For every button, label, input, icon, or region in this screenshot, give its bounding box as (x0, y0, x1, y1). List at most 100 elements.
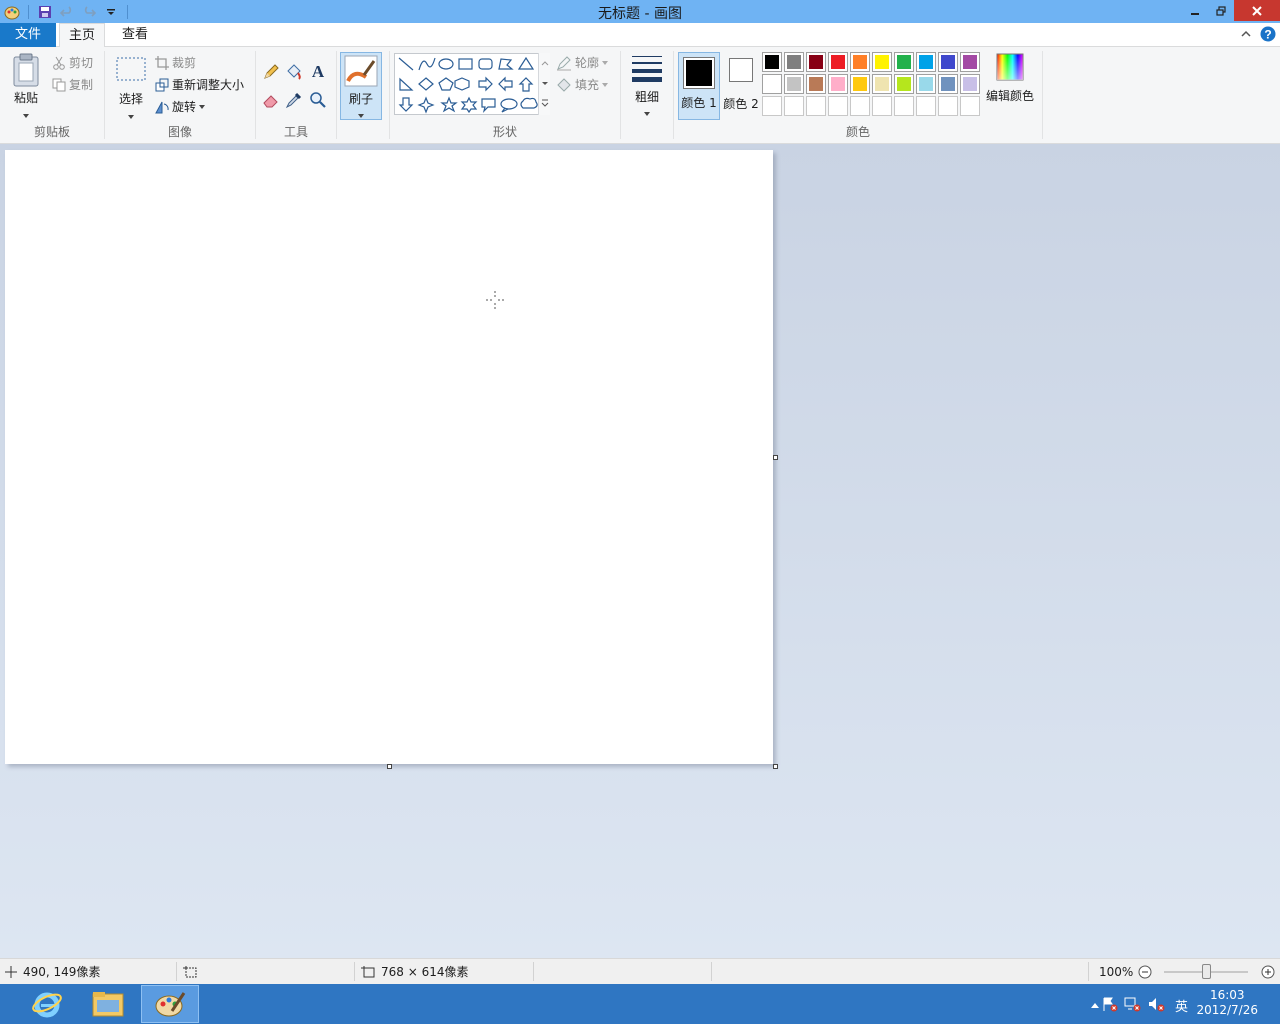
palette-color-swatch[interactable] (872, 52, 892, 72)
palette-color-swatch[interactable] (960, 52, 980, 72)
custom-color-swatch[interactable] (850, 96, 870, 116)
palette-color-swatch[interactable] (960, 74, 980, 94)
fill-icon (557, 77, 571, 92)
custom-color-swatch[interactable] (938, 96, 958, 116)
restore-button[interactable] (1208, 0, 1234, 21)
zoom-in-button[interactable] (1261, 959, 1275, 984)
select-button[interactable]: 选择 (111, 55, 151, 122)
color2-button[interactable]: 颜色 2 (722, 52, 760, 112)
palette-color-swatch[interactable] (894, 52, 914, 72)
color-picker-icon[interactable] (285, 91, 303, 112)
shapes-gallery (394, 53, 550, 115)
text-tool-icon[interactable]: A (309, 61, 327, 84)
shapes-gallery-scroll[interactable] (538, 53, 550, 115)
quick-access-toolbar (0, 0, 132, 23)
fill-button[interactable]: 填充 (556, 76, 609, 93)
network-icon[interactable] (1124, 996, 1142, 1015)
custom-color-swatch[interactable] (916, 96, 936, 116)
crosshair-icon (5, 965, 17, 978)
action-center-icon[interactable] (1102, 996, 1118, 1015)
status-divider (176, 962, 177, 981)
palette-color-swatch[interactable] (784, 52, 804, 72)
internet-explorer-button[interactable] (18, 985, 76, 1023)
resize-label: 重新调整大小 (172, 78, 245, 92)
drawing-canvas[interactable] (5, 150, 773, 764)
show-hidden-icons[interactable] (1090, 998, 1100, 1012)
palette-color-swatch[interactable] (872, 74, 892, 94)
swatch-fill (809, 77, 823, 91)
zoom-in-icon (1261, 965, 1275, 978)
tab-home[interactable]: 主页 (59, 23, 105, 48)
fill-bucket-icon[interactable] (285, 63, 303, 84)
size-label: 粗细 (634, 90, 659, 104)
edit-colors-button[interactable]: 编辑颜色 (982, 52, 1038, 104)
palette-color-swatch[interactable] (916, 52, 936, 72)
line-width-icon (632, 56, 662, 82)
color1-button[interactable]: 颜色 1 (678, 52, 720, 120)
custom-color-swatch[interactable] (894, 96, 914, 116)
redo-icon[interactable] (79, 2, 99, 22)
palette-color-swatch[interactable] (762, 74, 782, 94)
zoom-out-button[interactable] (1138, 959, 1152, 984)
rounded-rectangle-shape-icon (478, 58, 493, 70)
palette-color-swatch[interactable] (850, 74, 870, 94)
customize-qat-icon[interactable] (101, 2, 121, 22)
help-icon[interactable]: ? (1260, 26, 1276, 45)
paste-icon (13, 53, 39, 87)
custom-color-swatch[interactable] (762, 96, 782, 116)
magnifier-icon[interactable] (309, 91, 327, 112)
copy-button[interactable]: 复制 (52, 76, 93, 93)
minimize-button[interactable] (1182, 0, 1208, 21)
outline-button[interactable]: 轮廓 (556, 54, 609, 71)
palette-color-swatch[interactable] (762, 52, 782, 72)
size-button[interactable]: 粗细 (625, 53, 669, 119)
eraser-icon[interactable] (262, 91, 280, 112)
up-arrow-shape-icon (518, 77, 534, 92)
clock[interactable]: 16:03 2012/7/26 (1196, 988, 1258, 1018)
tab-view[interactable]: 查看 (112, 23, 158, 47)
palette-color-swatch[interactable] (916, 74, 936, 94)
custom-color-swatch[interactable] (960, 96, 980, 116)
undo-icon[interactable] (57, 2, 77, 22)
palette-color-swatch[interactable] (806, 74, 826, 94)
custom-color-swatch[interactable] (828, 96, 848, 116)
resize-handle-bottom[interactable] (387, 764, 392, 769)
paint-taskbar-button[interactable] (141, 985, 199, 1023)
swatch-fill (853, 55, 867, 69)
tab-file[interactable]: 文件 (0, 23, 56, 47)
resize-handle-corner[interactable] (773, 764, 778, 769)
swatch-fill (831, 55, 845, 69)
line-shape-icon (398, 57, 414, 71)
palette-color-swatch[interactable] (938, 74, 958, 94)
paint-app-icon[interactable] (2, 2, 22, 22)
palette-color-swatch[interactable] (828, 74, 848, 94)
palette-color-swatch[interactable] (938, 52, 958, 72)
clock-time: 16:03 (1209, 988, 1245, 1002)
custom-color-swatch[interactable] (872, 96, 892, 116)
title-bar: 无标题 - 画图 (0, 0, 1280, 23)
file-explorer-button[interactable] (79, 985, 137, 1023)
custom-color-swatch[interactable] (784, 96, 804, 116)
palette-color-swatch[interactable] (784, 74, 804, 94)
volume-icon[interactable] (1148, 996, 1166, 1015)
ime-indicator[interactable]: 英 (1175, 996, 1188, 1015)
save-icon[interactable] (35, 2, 55, 22)
palette-color-swatch[interactable] (850, 52, 870, 72)
minimize-ribbon-icon[interactable] (1240, 28, 1252, 43)
palette-color-swatch[interactable] (806, 52, 826, 72)
swatch-fill (897, 55, 911, 69)
close-button[interactable] (1234, 0, 1280, 21)
rotate-button[interactable]: 旋转 (155, 98, 206, 115)
taskbar: 英 16:03 2012/7/26 (0, 984, 1280, 1024)
resize-handle-right[interactable] (773, 455, 778, 460)
pencil-icon[interactable] (262, 63, 280, 84)
paste-button[interactable]: 粘贴 (6, 52, 46, 121)
palette-color-swatch[interactable] (828, 52, 848, 72)
resize-button[interactable]: 重新调整大小 (155, 76, 244, 93)
cut-button[interactable]: 剪切 (52, 54, 93, 71)
palette-color-swatch[interactable] (894, 74, 914, 94)
zoom-slider-thumb[interactable] (1202, 964, 1211, 979)
crop-button[interactable]: 裁剪 (155, 54, 196, 71)
brushes-button[interactable]: 刷子 (340, 52, 382, 120)
custom-color-swatch[interactable] (806, 96, 826, 116)
